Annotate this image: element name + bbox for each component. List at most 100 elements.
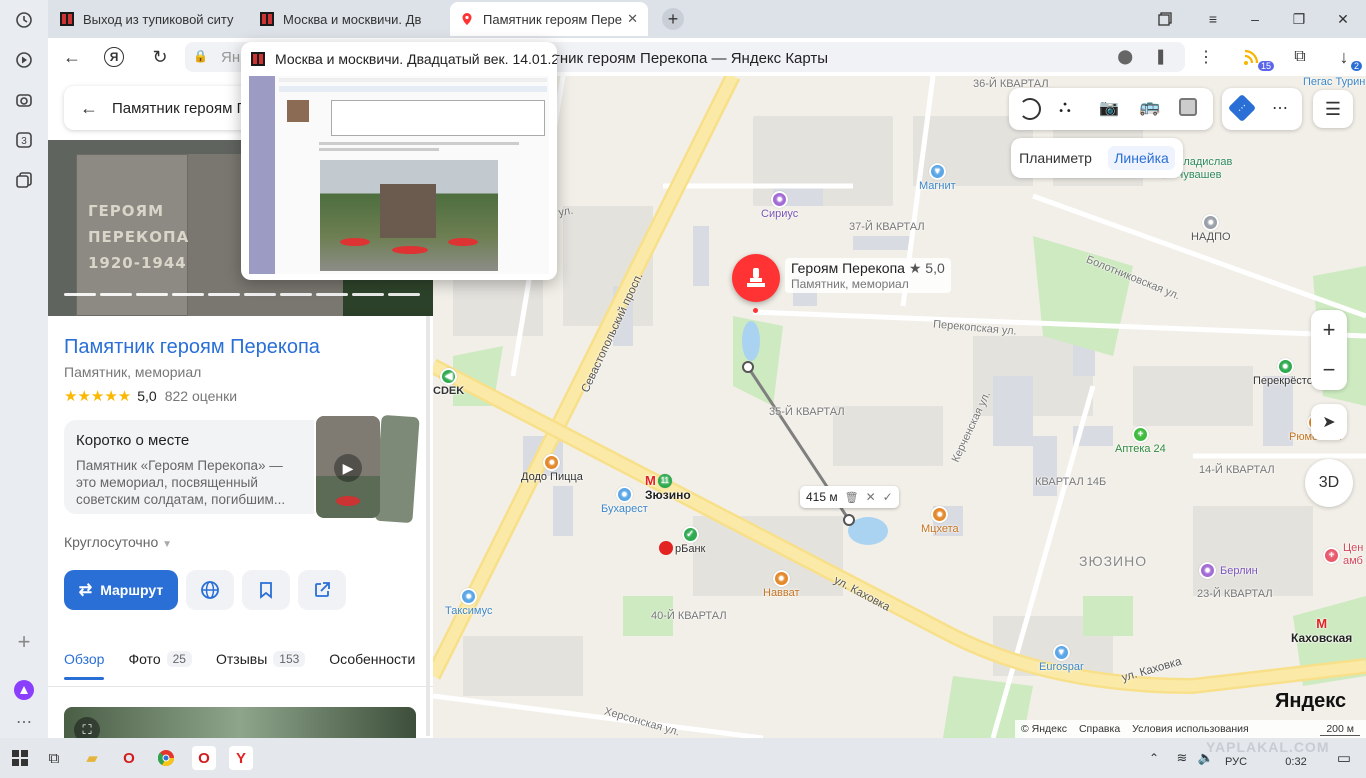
poi-bukharest[interactable]: ● Бухарест [601,486,648,515]
check-icon[interactable]: ✓ [883,490,893,504]
close-tab-icon[interactable]: ✕ [627,11,638,27]
planimeter-option[interactable]: Планиметр [1019,150,1092,166]
extensions-icon[interactable]: ⧉ [1288,45,1312,69]
zoom-in-button[interactable]: + [1311,310,1347,350]
place-pin-card[interactable]: Героям Перекопа ★ 5,0 Памятник, мемориал [785,258,951,293]
reload-icon[interactable]: ↻ [148,45,172,69]
bookmark-icon[interactable]: ❚ [1154,47,1167,65]
close-icon[interactable]: ✕ [866,490,876,504]
location-icon[interactable]: ⬤ [1117,48,1133,65]
opera-icon[interactable]: O [117,746,141,770]
camera-icon[interactable] [12,88,36,112]
3d-button[interactable]: 3D [1305,459,1353,507]
zoom-out-button[interactable]: − [1311,350,1347,390]
gallery-image[interactable]: ⛶ [64,707,416,738]
tab-reviews[interactable]: Отзывы 153 [216,645,306,673]
photo-pager[interactable] [64,293,420,296]
ruler-icon[interactable]: ⋯ [1227,93,1257,123]
poi-cdek[interactable]: ◀ CDEK [433,368,464,397]
place-title[interactable]: Памятник героям Перекопа [64,336,320,359]
poi-kakhovskaya[interactable]: M Каховская [1291,616,1352,645]
downloads-icon[interactable]: ↓ 2 [1332,45,1362,71]
photo-camera-icon[interactable]: 📷 [1099,98,1119,118]
poi-clinic[interactable]: + Цен амб [1323,542,1366,568]
place-pin[interactable] [732,254,780,302]
trash-icon[interactable]: 🗑 [845,491,859,504]
poi-perekrestok[interactable]: ● Перекрёсток [1253,358,1318,387]
poi-berlin[interactable]: ● Берлин [1199,562,1258,579]
poi-zyuzino-metro[interactable]: M 11 [645,473,672,488]
save-bookmark-button[interactable] [242,570,290,610]
rating-row[interactable]: ★★★★★ 5,0 822 оценки [64,387,237,405]
restore-icon[interactable]: ❐ [1288,8,1310,30]
panorama-icon[interactable]: ⛶ [74,717,100,738]
windows-start-icon[interactable] [8,746,32,770]
ruler-option[interactable]: Линейка [1108,146,1175,170]
task-view-icon[interactable]: ⧉ [42,746,66,770]
poi-dodo[interactable]: ● Додо Пицца [521,454,583,483]
about-video-thumb[interactable]: ▶ [316,416,380,518]
poi-apteka[interactable]: + Аптека 24 [1115,426,1166,455]
poi-nadpo[interactable]: ● НАДПО [1191,214,1231,243]
preview-header: Москва и москвичи. Двадцатый век. 14.01.… [251,51,557,67]
poi-eurospar[interactable]: ▾ Eurospar [1039,644,1084,673]
bookmark-outline-icon [260,582,272,599]
wifi-icon[interactable]: ≋ [1170,746,1194,770]
alice-icon[interactable] [12,678,36,702]
tab-overview[interactable]: Обзор [64,645,105,680]
poi-sirius[interactable]: ● Сириус [761,191,798,220]
traffic-icon[interactable] [1019,98,1041,120]
poi-taksimus[interactable]: ● Таксимус [445,588,493,617]
website-button[interactable] [186,570,234,610]
tab-photos[interactable]: Фото 25 [128,645,192,673]
share-button[interactable] [298,570,346,610]
yandex-browser-icon[interactable]: Y [229,746,253,770]
back-icon[interactable]: ← [60,45,84,69]
file-explorer-icon[interactable]: ▰ [80,746,104,770]
about-card[interactable]: Коротко о месте Памятник «Героям Перекоп… [64,420,314,514]
more-tools-icon[interactable]: ⋯ [1272,98,1288,118]
play-icon[interactable] [12,48,36,72]
new-tab-button[interactable]: + [662,8,684,30]
notifications-icon[interactable]: ▭ [1332,746,1356,770]
more-rail-icon[interactable]: ⋯ [12,710,36,734]
chrome-icon[interactable] [154,746,178,770]
bookmarks-manager-icon[interactable] [1154,8,1176,30]
help-link[interactable]: Справка [1079,723,1120,735]
poi-navvat[interactable]: ● Навват [763,570,800,599]
preview-thumbnail [249,76,549,274]
tab-1[interactable]: Выход из тупиковой ситу [50,2,244,36]
map-menu-button[interactable]: ☰ [1313,90,1353,128]
add-panel-icon[interactable]: + [12,629,36,654]
poi-pegas[interactable]: Пегас Турин [1303,76,1365,88]
geolocation-button[interactable]: ➤ [1311,404,1347,440]
poi-magnit[interactable]: ▾ Магнит [919,163,956,192]
poi-bank[interactable]: ✓ рБанк [675,526,705,555]
more-menu-icon[interactable]: ⋮ [1194,45,1218,69]
tab-2[interactable]: Москва и москвичи. Дв [250,2,444,36]
yandex-logo-icon[interactable]: Я [104,47,124,67]
play-video-icon[interactable]: ▶ [334,454,362,482]
route-label: Маршрут [100,582,164,598]
opera-active-icon[interactable]: O [192,746,216,770]
menu-icon[interactable]: ≡ [1202,8,1224,30]
close-window-icon[interactable]: ✕ [1332,8,1354,30]
collections-icon[interactable] [12,168,36,192]
minimize-icon[interactable]: – [1244,8,1266,30]
back-arrow-icon[interactable]: ← [80,98,98,119]
poi-mtskheta[interactable]: ● Мцхета [921,506,959,535]
panorama-map-icon[interactable]: ⛬ [1059,97,1071,117]
layers-icon[interactable] [1179,98,1197,116]
hours[interactable]: Круглосуточно ▼ [64,534,172,550]
transit-icon[interactable]: 🚌 [1139,97,1160,117]
tab-features[interactable]: Особенности [329,645,415,673]
terms-link[interactable]: Условия использования [1132,723,1249,735]
tab-3-active[interactable]: Памятник героям Пере ✕ [450,2,648,36]
feed-icon[interactable]: 15 [1242,45,1274,71]
sidebar-scrollbar[interactable] [426,316,430,736]
map-canvas[interactable]: Севастопольский просп. ул. Каховка Перек… [433,76,1366,738]
tray-arrow-icon[interactable]: ⌃ [1142,746,1166,770]
route-button[interactable]: ⇄ Маршрут [64,570,178,610]
history-icon[interactable] [12,8,36,32]
tabs-count-icon[interactable]: 3 [12,128,36,152]
